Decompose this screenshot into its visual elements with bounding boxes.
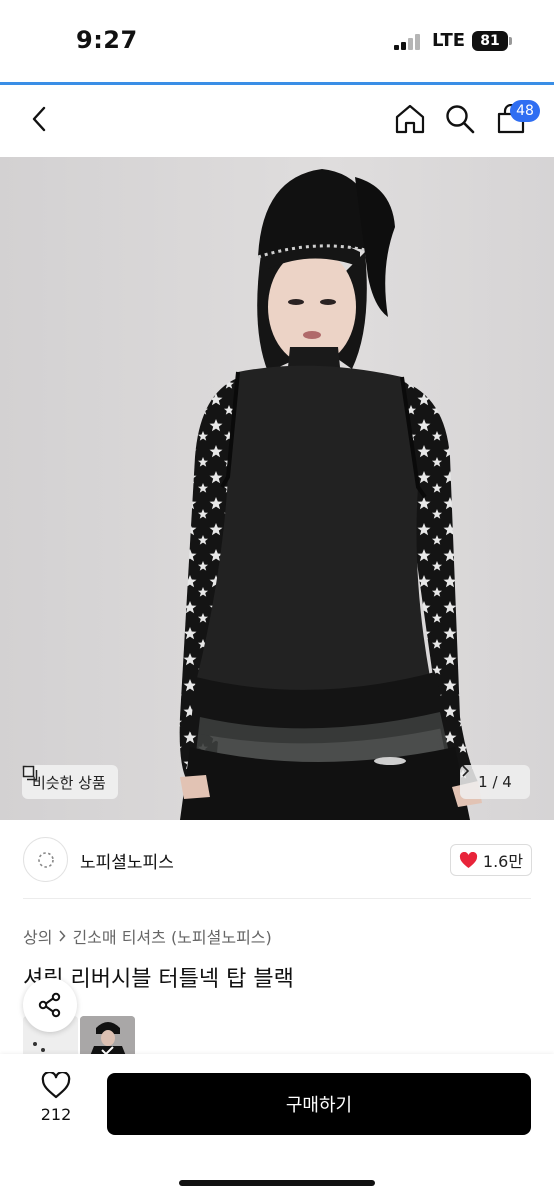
divider xyxy=(23,898,531,899)
network-label: LTE xyxy=(432,30,466,51)
shop-logo[interactable] xyxy=(23,837,68,882)
home-button[interactable] xyxy=(390,99,430,139)
page-indicator-text: 1 / 4 xyxy=(478,773,512,791)
cart-count-badge: 48 xyxy=(510,100,540,122)
wishlist-count: 212 xyxy=(40,1105,72,1124)
breadcrumb-subcategory[interactable]: 긴소매 티셔츠 (노피셜노피스) xyxy=(72,924,271,948)
thumbnail-black[interactable] xyxy=(80,1016,135,1056)
shop-row: 노피셜노피스 1.6만 xyxy=(0,820,554,900)
heart-outline-icon xyxy=(41,1072,71,1099)
share-icon xyxy=(38,992,61,1018)
chevron-right-icon xyxy=(462,765,470,777)
shop-logo-icon xyxy=(37,851,54,868)
search-button[interactable] xyxy=(440,99,480,139)
product-image[interactable]: 비슷한 상품 1 / 4 xyxy=(0,157,554,820)
buy-button[interactable]: 구매하기 xyxy=(107,1073,531,1135)
search-icon xyxy=(446,105,475,134)
back-button[interactable] xyxy=(20,99,60,139)
home-indicator xyxy=(179,1180,375,1186)
like-count: 1.6만 xyxy=(482,852,524,871)
wishlist-button[interactable]: 212 xyxy=(30,1072,82,1134)
signal-icon xyxy=(394,34,424,50)
battery-icon: 81 xyxy=(472,31,508,51)
home-icon xyxy=(395,104,425,134)
copy-icon xyxy=(22,765,38,781)
nav-bar xyxy=(0,85,554,157)
chevron-left-icon xyxy=(32,106,46,132)
battery-tip xyxy=(509,37,512,45)
breadcrumb: 상의 긴소매 티셔츠 (노피셜노피스) xyxy=(23,924,272,948)
share-button[interactable] xyxy=(23,978,77,1032)
status-bar: 9:27 LTE 81 xyxy=(0,0,554,85)
shop-name[interactable]: 노피셜노피스 xyxy=(80,848,174,873)
model-photo xyxy=(0,157,554,820)
image-page-indicator[interactable]: 1 / 4 xyxy=(460,765,530,799)
similar-products-button[interactable]: 비슷한 상품 xyxy=(22,765,118,799)
bottom-bar: 212 구매하기 xyxy=(0,1054,554,1200)
breadcrumb-category[interactable]: 상의 xyxy=(23,924,52,948)
status-time: 9:27 xyxy=(76,26,138,54)
thumbnail-image xyxy=(80,1016,135,1056)
chevron-right-icon xyxy=(59,930,66,942)
similar-products-label: 비슷한 상품 xyxy=(32,773,106,792)
like-button[interactable]: 1.6만 xyxy=(450,844,532,876)
heart-filled-icon xyxy=(459,851,477,868)
